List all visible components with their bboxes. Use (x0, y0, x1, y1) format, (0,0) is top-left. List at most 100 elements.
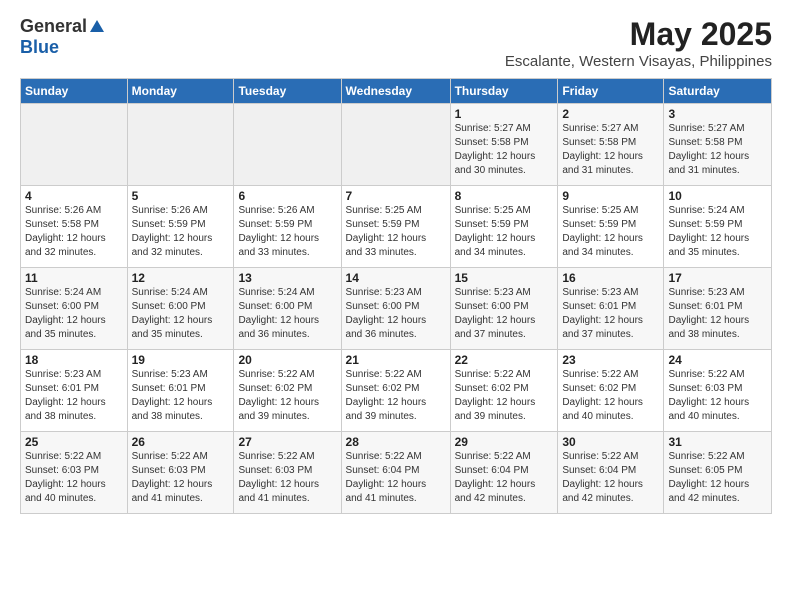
calendar-cell: 2Sunrise: 5:27 AM Sunset: 5:58 PM Daylig… (558, 104, 664, 186)
calendar-subtitle: Escalante, Western Visayas, Philippines (505, 53, 772, 70)
day-number: 14 (346, 271, 446, 285)
calendar-cell: 8Sunrise: 5:25 AM Sunset: 5:59 PM Daylig… (450, 186, 558, 268)
logo: General Blue (20, 16, 106, 58)
calendar-cell: 1Sunrise: 5:27 AM Sunset: 5:58 PM Daylig… (450, 104, 558, 186)
calendar-header-row: Sunday Monday Tuesday Wednesday Thursday… (21, 79, 772, 104)
day-info: Sunrise: 5:24 AM Sunset: 6:00 PM Dayligh… (132, 286, 230, 342)
day-number: 17 (668, 271, 767, 285)
day-info: Sunrise: 5:23 AM Sunset: 6:01 PM Dayligh… (562, 286, 659, 342)
day-number: 5 (132, 189, 230, 203)
calendar-cell: 18Sunrise: 5:23 AM Sunset: 6:01 PM Dayli… (21, 350, 128, 432)
day-number: 22 (455, 353, 554, 367)
calendar-week-3: 11Sunrise: 5:24 AM Sunset: 6:00 PM Dayli… (21, 268, 772, 350)
calendar-cell: 17Sunrise: 5:23 AM Sunset: 6:01 PM Dayli… (664, 268, 772, 350)
calendar-cell: 11Sunrise: 5:24 AM Sunset: 6:00 PM Dayli… (21, 268, 128, 350)
calendar-cell: 7Sunrise: 5:25 AM Sunset: 5:59 PM Daylig… (341, 186, 450, 268)
day-number: 2 (562, 107, 659, 121)
day-info: Sunrise: 5:22 AM Sunset: 6:03 PM Dayligh… (25, 450, 123, 506)
day-info: Sunrise: 5:26 AM Sunset: 5:58 PM Dayligh… (25, 204, 123, 260)
calendar-cell: 25Sunrise: 5:22 AM Sunset: 6:03 PM Dayli… (21, 432, 128, 514)
day-info: Sunrise: 5:25 AM Sunset: 5:59 PM Dayligh… (562, 204, 659, 260)
day-number: 30 (562, 435, 659, 449)
day-number: 21 (346, 353, 446, 367)
col-thursday: Thursday (450, 79, 558, 104)
day-info: Sunrise: 5:23 AM Sunset: 6:00 PM Dayligh… (455, 286, 554, 342)
page: General Blue May 2025 Escalante, Western… (0, 0, 792, 524)
calendar-cell: 29Sunrise: 5:22 AM Sunset: 6:04 PM Dayli… (450, 432, 558, 514)
day-info: Sunrise: 5:22 AM Sunset: 6:03 PM Dayligh… (132, 450, 230, 506)
logo-icon (88, 18, 106, 36)
day-info: Sunrise: 5:27 AM Sunset: 5:58 PM Dayligh… (668, 122, 767, 178)
title-block: May 2025 Escalante, Western Visayas, Phi… (505, 16, 772, 70)
calendar-cell: 30Sunrise: 5:22 AM Sunset: 6:04 PM Dayli… (558, 432, 664, 514)
day-info: Sunrise: 5:27 AM Sunset: 5:58 PM Dayligh… (455, 122, 554, 178)
col-wednesday: Wednesday (341, 79, 450, 104)
day-info: Sunrise: 5:22 AM Sunset: 6:03 PM Dayligh… (668, 368, 767, 424)
calendar-cell: 26Sunrise: 5:22 AM Sunset: 6:03 PM Dayli… (127, 432, 234, 514)
calendar-cell (234, 104, 341, 186)
logo-general-line: General (20, 16, 106, 37)
calendar-cell: 22Sunrise: 5:22 AM Sunset: 6:02 PM Dayli… (450, 350, 558, 432)
logo-blue-text: Blue (20, 37, 59, 58)
col-tuesday: Tuesday (234, 79, 341, 104)
day-info: Sunrise: 5:23 AM Sunset: 6:01 PM Dayligh… (668, 286, 767, 342)
day-number: 26 (132, 435, 230, 449)
day-info: Sunrise: 5:22 AM Sunset: 6:02 PM Dayligh… (455, 368, 554, 424)
day-info: Sunrise: 5:22 AM Sunset: 6:03 PM Dayligh… (238, 450, 336, 506)
day-number: 6 (238, 189, 336, 203)
day-info: Sunrise: 5:22 AM Sunset: 6:02 PM Dayligh… (238, 368, 336, 424)
calendar-cell: 24Sunrise: 5:22 AM Sunset: 6:03 PM Dayli… (664, 350, 772, 432)
calendar-cell: 6Sunrise: 5:26 AM Sunset: 5:59 PM Daylig… (234, 186, 341, 268)
day-number: 11 (25, 271, 123, 285)
calendar-cell: 31Sunrise: 5:22 AM Sunset: 6:05 PM Dayli… (664, 432, 772, 514)
day-info: Sunrise: 5:22 AM Sunset: 6:04 PM Dayligh… (455, 450, 554, 506)
calendar-cell: 12Sunrise: 5:24 AM Sunset: 6:00 PM Dayli… (127, 268, 234, 350)
day-number: 12 (132, 271, 230, 285)
calendar-cell: 23Sunrise: 5:22 AM Sunset: 6:02 PM Dayli… (558, 350, 664, 432)
day-info: Sunrise: 5:22 AM Sunset: 6:04 PM Dayligh… (562, 450, 659, 506)
calendar-cell: 19Sunrise: 5:23 AM Sunset: 6:01 PM Dayli… (127, 350, 234, 432)
calendar-cell: 5Sunrise: 5:26 AM Sunset: 5:59 PM Daylig… (127, 186, 234, 268)
day-info: Sunrise: 5:22 AM Sunset: 6:02 PM Dayligh… (346, 368, 446, 424)
calendar-cell: 28Sunrise: 5:22 AM Sunset: 6:04 PM Dayli… (341, 432, 450, 514)
day-number: 3 (668, 107, 767, 121)
day-info: Sunrise: 5:22 AM Sunset: 6:05 PM Dayligh… (668, 450, 767, 506)
calendar-cell (341, 104, 450, 186)
day-number: 7 (346, 189, 446, 203)
calendar-title: May 2025 (505, 16, 772, 53)
header: General Blue May 2025 Escalante, Western… (20, 16, 772, 70)
col-monday: Monday (127, 79, 234, 104)
calendar-week-2: 4Sunrise: 5:26 AM Sunset: 5:58 PM Daylig… (21, 186, 772, 268)
day-number: 4 (25, 189, 123, 203)
calendar-cell: 15Sunrise: 5:23 AM Sunset: 6:00 PM Dayli… (450, 268, 558, 350)
day-number: 25 (25, 435, 123, 449)
logo-general-text: General (20, 16, 87, 37)
day-info: Sunrise: 5:24 AM Sunset: 6:00 PM Dayligh… (25, 286, 123, 342)
day-info: Sunrise: 5:27 AM Sunset: 5:58 PM Dayligh… (562, 122, 659, 178)
day-number: 23 (562, 353, 659, 367)
day-number: 20 (238, 353, 336, 367)
day-info: Sunrise: 5:24 AM Sunset: 6:00 PM Dayligh… (238, 286, 336, 342)
col-friday: Friday (558, 79, 664, 104)
day-number: 19 (132, 353, 230, 367)
day-info: Sunrise: 5:24 AM Sunset: 5:59 PM Dayligh… (668, 204, 767, 260)
day-number: 18 (25, 353, 123, 367)
day-number: 28 (346, 435, 446, 449)
calendar-cell: 9Sunrise: 5:25 AM Sunset: 5:59 PM Daylig… (558, 186, 664, 268)
col-saturday: Saturday (664, 79, 772, 104)
calendar-cell: 27Sunrise: 5:22 AM Sunset: 6:03 PM Dayli… (234, 432, 341, 514)
day-number: 29 (455, 435, 554, 449)
day-info: Sunrise: 5:26 AM Sunset: 5:59 PM Dayligh… (238, 204, 336, 260)
calendar-table: Sunday Monday Tuesday Wednesday Thursday… (20, 78, 772, 514)
calendar-week-5: 25Sunrise: 5:22 AM Sunset: 6:03 PM Dayli… (21, 432, 772, 514)
day-number: 10 (668, 189, 767, 203)
day-info: Sunrise: 5:26 AM Sunset: 5:59 PM Dayligh… (132, 204, 230, 260)
day-number: 13 (238, 271, 336, 285)
day-info: Sunrise: 5:22 AM Sunset: 6:04 PM Dayligh… (346, 450, 446, 506)
logo-blue-line: Blue (20, 37, 59, 58)
calendar-cell: 10Sunrise: 5:24 AM Sunset: 5:59 PM Dayli… (664, 186, 772, 268)
day-number: 16 (562, 271, 659, 285)
day-info: Sunrise: 5:23 AM Sunset: 6:00 PM Dayligh… (346, 286, 446, 342)
day-number: 27 (238, 435, 336, 449)
day-number: 15 (455, 271, 554, 285)
